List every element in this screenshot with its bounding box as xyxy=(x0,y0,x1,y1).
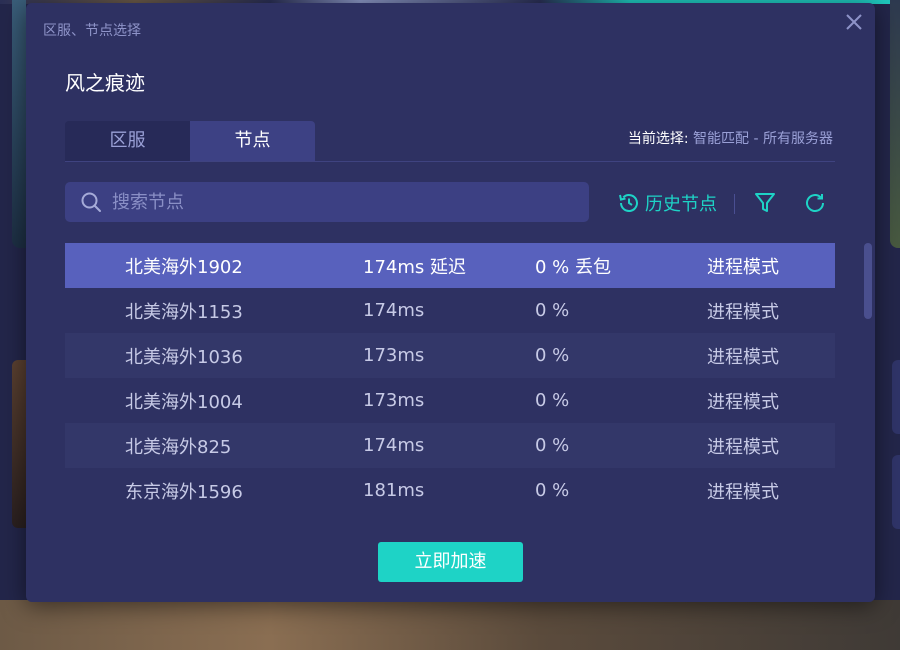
background-button xyxy=(892,455,900,529)
tab-region[interactable]: 区服 xyxy=(65,121,190,161)
node-row[interactable]: 北美海外825 174ms 0 % 进程模式 xyxy=(65,423,835,468)
node-select-dialog: 区服、节点选择 风之痕迹 区服 节点 当前选择: 智能匹配 - 所有服务器 历史… xyxy=(26,3,875,602)
background-card xyxy=(12,0,26,248)
node-latency: 174ms xyxy=(363,435,425,456)
search-input[interactable] xyxy=(112,191,572,213)
node-mode: 进程模式 xyxy=(707,436,779,458)
node-loss: 0 % xyxy=(535,345,570,366)
dialog-title: 区服、节点选择 xyxy=(43,23,141,39)
node-name: 北美海外1036 xyxy=(125,346,243,368)
node-mode: 进程模式 xyxy=(707,256,779,278)
tab-bar: 区服 节点 xyxy=(65,121,315,161)
node-name: 东京海外1596 xyxy=(125,481,243,503)
node-list: 北美海外1902 174ms 延迟 0 % 丢包 进程模式 北美海外1153 1… xyxy=(65,243,835,513)
list-scrollbar[interactable] xyxy=(864,243,872,319)
background-image xyxy=(0,600,900,650)
accelerate-button[interactable]: 立即加速 xyxy=(378,542,523,582)
node-row[interactable]: 北美海外1153 174ms 0 % 进程模式 xyxy=(65,288,835,333)
refresh-icon xyxy=(806,194,824,212)
node-name: 北美海外1902 xyxy=(125,256,243,278)
close-button[interactable] xyxy=(843,11,865,33)
node-mode: 进程模式 xyxy=(707,301,779,323)
node-name: 北美海外1004 xyxy=(125,391,243,413)
refresh-button[interactable] xyxy=(803,191,827,215)
node-loss: 0 % xyxy=(535,435,570,456)
search-box xyxy=(65,182,589,222)
node-row[interactable]: 东京海外1596 181ms 0 % 进程模式 xyxy=(65,468,835,513)
filter-icon xyxy=(755,193,775,212)
node-loss: 0 % xyxy=(535,480,570,501)
toolbar-divider xyxy=(734,194,735,214)
current-selection: 当前选择: 智能匹配 - 所有服务器 xyxy=(628,128,833,148)
tab-node[interactable]: 节点 xyxy=(190,121,315,161)
history-nodes-button[interactable]: 历史节点 xyxy=(617,190,717,216)
node-row[interactable]: 北美海外1036 173ms 0 % 进程模式 xyxy=(65,333,835,378)
current-selection-value: 智能匹配 - 所有服务器 xyxy=(693,131,833,147)
node-mode: 进程模式 xyxy=(707,481,779,503)
current-selection-label: 当前选择: xyxy=(627,131,689,147)
history-nodes-label: 历史节点 xyxy=(645,194,717,215)
close-icon xyxy=(846,14,862,30)
background-card xyxy=(890,0,900,248)
node-mode: 进程模式 xyxy=(707,346,779,368)
node-name: 北美海外825 xyxy=(125,436,232,458)
node-row[interactable]: 北美海外1004 173ms 0 % 进程模式 xyxy=(65,378,835,423)
node-mode: 进程模式 xyxy=(707,391,779,413)
node-row[interactable]: 北美海外1902 174ms 延迟 0 % 丢包 进程模式 xyxy=(65,243,835,288)
node-latency: 174ms xyxy=(363,300,425,321)
node-loss: 0 % 丢包 xyxy=(535,256,611,278)
game-name: 风之痕迹 xyxy=(65,71,145,95)
node-latency: 174ms 延迟 xyxy=(363,256,466,278)
tab-divider xyxy=(65,161,835,162)
background-button xyxy=(892,360,900,434)
node-loss: 0 % xyxy=(535,390,570,411)
node-latency: 173ms xyxy=(363,345,425,366)
node-name: 北美海外1153 xyxy=(125,301,243,323)
node-loss: 0 % xyxy=(535,300,570,321)
filter-button[interactable] xyxy=(754,191,776,215)
node-latency: 181ms xyxy=(363,480,425,501)
background-card xyxy=(12,360,26,528)
history-icon xyxy=(619,194,638,212)
node-latency: 173ms xyxy=(363,390,425,411)
search-icon xyxy=(81,192,101,212)
